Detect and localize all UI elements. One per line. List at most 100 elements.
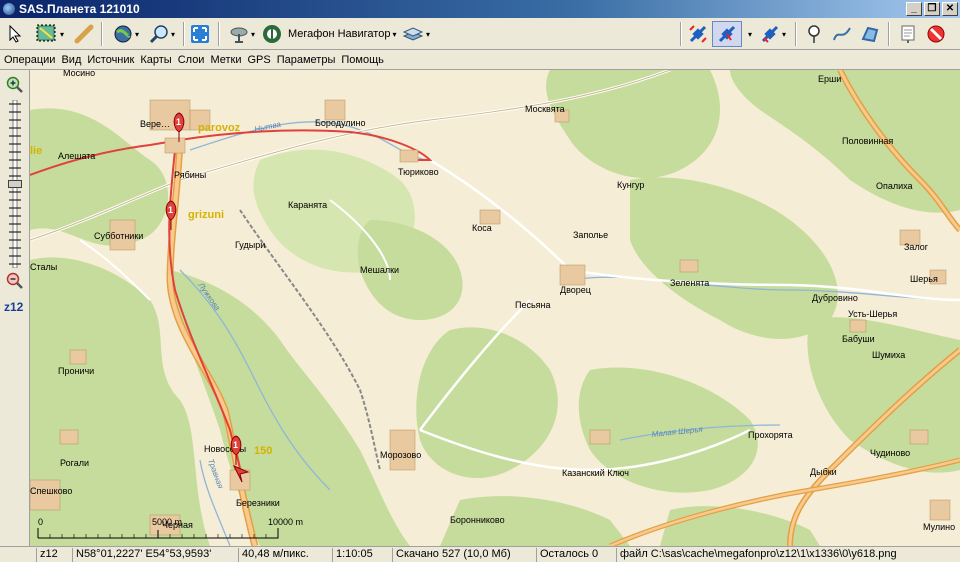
edge-marker-label: lie xyxy=(30,145,42,157)
place-label: Залог xyxy=(904,242,929,252)
gps-track-button[interactable] xyxy=(686,21,710,47)
zoom-search-button[interactable]: ▾ xyxy=(144,21,180,47)
title-bar: SAS.Планета 121010 _ ❐ ✕ xyxy=(0,0,960,18)
satellite-dish-icon xyxy=(230,27,248,43)
toolbar-divider xyxy=(183,22,185,46)
place-label: Бабуши xyxy=(842,334,875,344)
marker-label: grizuni xyxy=(188,209,224,221)
map-view[interactable]: Мосино Ерши Бородулино Москвята Половинн… xyxy=(30,70,960,546)
place-label: Зеленята xyxy=(670,278,709,288)
place-label: Кунгур xyxy=(617,180,644,190)
select-area-button[interactable]: ▾ xyxy=(30,21,70,47)
place-label: Мосино xyxy=(63,70,95,78)
magnifier-icon xyxy=(149,25,168,44)
path-icon xyxy=(833,27,851,41)
gps-satellite-icon xyxy=(718,25,736,43)
zoom-in-button[interactable] xyxy=(6,76,24,97)
place-label: Заполье xyxy=(573,230,608,240)
chevron-down-icon[interactable]: ▾ xyxy=(60,30,64,39)
status-coordinates: N58°01,2227' E54°53,9593' xyxy=(72,548,236,562)
globe-button[interactable]: ▾ xyxy=(106,21,146,47)
zoom-panel: z12 xyxy=(0,70,30,546)
gps-dropdown[interactable]: ▾ xyxy=(744,21,754,47)
toolbar-divider xyxy=(888,22,890,46)
place-label: Усть-Шерья xyxy=(848,309,897,319)
restore-button[interactable]: ❐ xyxy=(924,2,940,16)
chevron-down-icon[interactable]: ▾ xyxy=(135,30,139,39)
place-label: Гудыри xyxy=(235,240,265,250)
pin-icon xyxy=(808,25,820,43)
satellite-source-button[interactable]: ▾ xyxy=(224,21,260,47)
place-label: Казанский Ключ xyxy=(562,468,629,478)
marker-number: 1 xyxy=(233,440,238,450)
add-placemark-button[interactable] xyxy=(802,21,826,47)
place-label: Березники xyxy=(236,498,280,508)
menu-operations[interactable]: Операции xyxy=(4,54,55,66)
scale-mid: 5000 m xyxy=(152,517,182,527)
place-label: Мулино xyxy=(923,522,955,532)
map-canvas[interactable]: Мосино Ерши Бородулино Москвята Половинн… xyxy=(30,70,960,546)
menu-help[interactable]: Помощь xyxy=(341,54,384,66)
window-title: SAS.Планета 121010 xyxy=(19,2,140,16)
marker-label: 150 xyxy=(254,445,272,457)
menu-parameters[interactable]: Параметры xyxy=(277,54,336,66)
place-label: Песьяна xyxy=(515,300,551,310)
place-label: Дворец xyxy=(560,285,591,295)
place-label: Дубровино xyxy=(812,293,858,303)
place-label: Дыбки xyxy=(810,467,837,477)
placemarks-manager-button[interactable] xyxy=(896,21,920,47)
menu-source[interactable]: Источник xyxy=(87,54,134,66)
map-source-dropdown[interactable]: Мегафон Навигатор ▾ xyxy=(262,21,398,47)
menu-bar: Операции Вид Источник Карты Слои Метки G… xyxy=(0,50,960,70)
polygon-icon xyxy=(861,26,879,43)
add-path-button[interactable] xyxy=(830,21,854,47)
gps-settings-button[interactable]: ▾ xyxy=(756,21,790,47)
place-label: Чудиново xyxy=(870,448,910,458)
marker-number: 1 xyxy=(176,117,181,127)
close-button[interactable]: ✕ xyxy=(942,2,958,16)
zoom-out-button[interactable] xyxy=(6,272,24,293)
status-file-path: файл C:\sas\cache\megafonpro\z12\1\x1336… xyxy=(616,548,960,562)
menu-gps[interactable]: GPS xyxy=(248,54,271,66)
place-label: Проничи xyxy=(58,366,94,376)
place-label: Алешата xyxy=(58,151,95,161)
ruler-button[interactable] xyxy=(72,21,96,47)
marker-label: parovoz xyxy=(198,122,241,134)
chevron-down-icon[interactable]: ▾ xyxy=(171,30,175,39)
zoom-slider[interactable] xyxy=(8,99,22,269)
fullscreen-button[interactable] xyxy=(188,21,212,47)
place-label: Мешалки xyxy=(360,265,399,275)
place-label: Рогали xyxy=(60,458,89,468)
pointer-tool-button[interactable] xyxy=(4,21,26,47)
hide-placemarks-button[interactable] xyxy=(924,21,948,47)
ruler-icon xyxy=(74,24,94,44)
place-label: Спешково xyxy=(30,486,72,496)
zoom-slider-thumb[interactable] xyxy=(8,180,22,188)
chevron-down-icon: ▾ xyxy=(392,29,397,39)
place-label: Морозово xyxy=(380,450,421,460)
chevron-down-icon[interactable]: ▾ xyxy=(251,30,255,39)
add-polygon-button[interactable] xyxy=(858,21,882,47)
place-label: Шумиха xyxy=(872,350,905,360)
menu-view[interactable]: Вид xyxy=(61,54,81,66)
place-label: Прохорята xyxy=(748,430,793,440)
chevron-down-icon[interactable]: ▾ xyxy=(426,30,430,39)
cursor-arrow-icon xyxy=(9,25,22,43)
place-label: Боронниково xyxy=(450,515,505,525)
menu-layers[interactable]: Слои xyxy=(178,54,205,66)
layers-button[interactable]: ▾ xyxy=(398,21,434,47)
place-label: Бородулино xyxy=(315,118,366,128)
toolbar-divider xyxy=(101,22,103,46)
gps-satellite-icon xyxy=(761,25,779,43)
place-label: Половинная xyxy=(842,136,893,146)
gps-follow-button[interactable] xyxy=(712,21,742,47)
status-scale: 40,48 м/пикс. xyxy=(238,548,330,562)
app-icon xyxy=(3,3,15,15)
chevron-down-icon[interactable]: ▾ xyxy=(782,30,786,39)
status-time: 1:10:05 xyxy=(332,548,388,562)
marker-number: 1 xyxy=(168,205,173,215)
place-label: Москвята xyxy=(525,104,565,114)
menu-marks[interactable]: Метки xyxy=(210,54,241,66)
menu-maps[interactable]: Карты xyxy=(140,54,171,66)
minimize-button[interactable]: _ xyxy=(906,2,922,16)
